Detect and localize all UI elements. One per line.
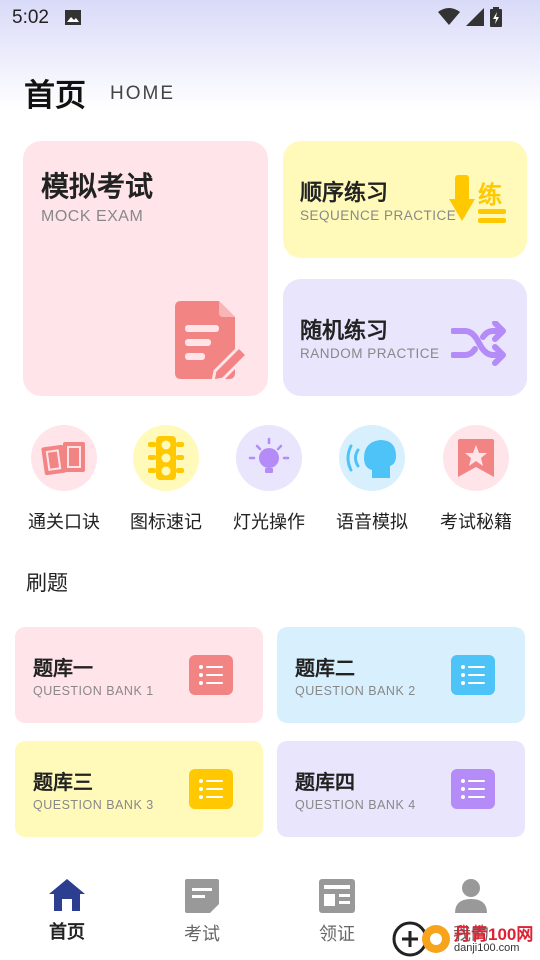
quick-link-label: 语音模拟: [336, 512, 408, 533]
section-title: 刷题: [26, 571, 68, 595]
document-edit-icon: [175, 301, 249, 379]
quick-link-label: 通关口诀: [28, 512, 100, 533]
shuffle-icon: [451, 321, 506, 366]
image-icon: [65, 10, 81, 25]
question-bank-title: 题库四: [295, 770, 355, 794]
question-bank-subtitle: QUESTION BANK 4: [295, 798, 416, 812]
quick-link-voice[interactable]: 语音模拟: [320, 425, 424, 535]
bookmark-star-icon: [443, 425, 509, 491]
mock-exam-card[interactable]: 模拟考试 MOCK EXAM: [23, 141, 268, 396]
nav-item-exam[interactable]: 考试: [152, 878, 252, 948]
quick-link-label: 图标速记: [130, 512, 202, 533]
random-practice-subtitle: RANDOM PRACTICE: [300, 346, 440, 361]
question-bank-subtitle: QUESTION BANK 1: [33, 684, 154, 698]
list-icon: [189, 655, 233, 695]
question-bank-1[interactable]: 题库一 QUESTION BANK 1: [15, 627, 263, 723]
nav-item-license[interactable]: 领证: [287, 878, 387, 948]
sequence-practice-card[interactable]: 顺序练习 SEQUENCE PRACTICE 练: [283, 141, 527, 258]
quick-link-secrets[interactable]: 考试秘籍: [424, 425, 528, 535]
list-icon: [189, 769, 233, 809]
sequence-practice-icon: 练: [449, 175, 509, 225]
list-icon: [451, 655, 495, 695]
tickets-icon: [31, 425, 97, 491]
nav-label: 首页: [49, 922, 85, 943]
random-practice-title: 随机练习: [300, 319, 389, 344]
watermark-url: danji100.com: [454, 942, 520, 954]
status-bar: 5:02: [0, 0, 540, 36]
quick-link-label: 考试秘籍: [440, 512, 512, 533]
question-bank-subtitle: QUESTION BANK 2: [295, 684, 416, 698]
question-bank-title: 题库二: [295, 656, 355, 680]
profile-icon: [455, 879, 487, 913]
random-practice-card[interactable]: 随机练习 RANDOM PRACTICE: [283, 279, 527, 396]
sequence-practice-char: 练: [478, 181, 502, 209]
traffic-light-icon: [133, 425, 199, 491]
mock-exam-subtitle: MOCK EXAM: [41, 208, 144, 225]
quick-link-label: 灯光操作: [233, 512, 305, 533]
exam-icon: [185, 879, 219, 913]
page-subtitle: HOME: [110, 83, 175, 104]
question-bank-2[interactable]: 题库二 QUESTION BANK 2: [277, 627, 525, 723]
sequence-practice-title: 顺序练习: [300, 181, 389, 206]
sequence-practice-subtitle: SEQUENCE PRACTICE: [300, 208, 457, 223]
home-icon: [49, 879, 85, 911]
question-bank-subtitle: QUESTION BANK 3: [33, 798, 154, 812]
signal-icon: [466, 8, 484, 26]
quick-link-signs[interactable]: 图标速记: [114, 425, 218, 535]
question-bank-title: 题库三: [33, 770, 93, 794]
license-icon: [319, 879, 355, 913]
watermark-icon: [392, 921, 450, 957]
nav-label: 考试: [184, 924, 220, 945]
battery-icon: [490, 7, 502, 27]
nav-label: 领证: [319, 924, 355, 945]
page-title: 首页: [24, 78, 86, 114]
watermark-logo: 丹青100网 danji100.com: [392, 918, 540, 960]
question-bank-title: 题库一: [33, 656, 93, 680]
light-bulb-icon: [236, 425, 302, 491]
wifi-icon: [438, 8, 460, 25]
status-time: 5:02: [12, 7, 49, 28]
question-bank-3[interactable]: 题库三 QUESTION BANK 3: [15, 741, 263, 837]
question-bank-4[interactable]: 题库四 QUESTION BANK 4: [277, 741, 525, 837]
nav-item-home[interactable]: 首页: [17, 878, 117, 948]
quick-link-lights[interactable]: 灯光操作: [217, 425, 321, 535]
mock-exam-title: 模拟考试: [41, 170, 154, 203]
list-icon: [451, 769, 495, 809]
quick-link-tips[interactable]: 通关口诀: [12, 425, 116, 535]
voice-head-icon: [339, 425, 405, 491]
